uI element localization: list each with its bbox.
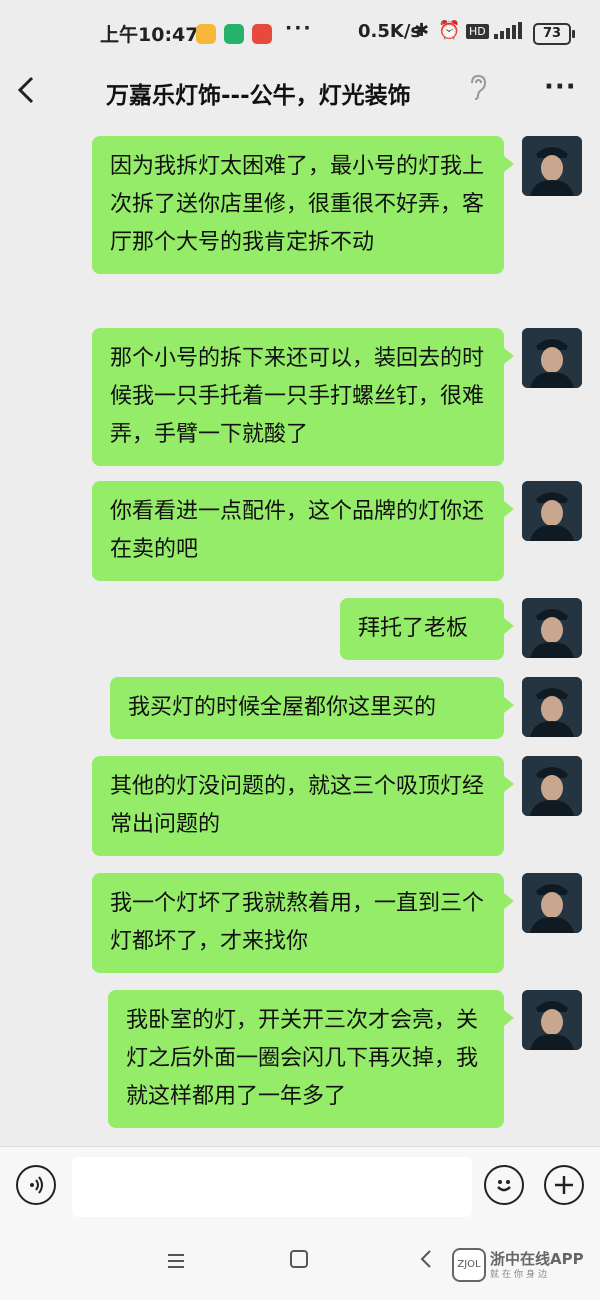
avatar[interactable] xyxy=(522,873,582,933)
message-row: 因为我拆灯太困难了，最小号的灯我上次拆了送你店里修，很重很不好弄，客厅那个大号的… xyxy=(18,136,582,310)
status-bar: 上午10:47 ··· 0.5K/s ✱ ⏰ HD 73 xyxy=(0,0,600,66)
alarm-icon: ⏰ xyxy=(438,20,461,41)
message-bubble[interactable]: 我一个灯坏了我就熬着用，一直到三个灯都坏了，才来找你 xyxy=(92,873,514,973)
chat-header: 万嘉乐灯饰---公牛，灯光装饰 ··· xyxy=(0,66,600,122)
watermark-logo: ZJOL xyxy=(452,1248,486,1282)
shopping-app-icon xyxy=(252,24,272,44)
message-row: 我一个灯坏了我就熬着用，一直到三个灯都坏了，才来找你 xyxy=(18,873,582,973)
more-notifications-icon: ··· xyxy=(285,17,313,39)
message-row: 我卧室的灯，开关开三次才会亮，关灯之后外面一圈会闪几下再灭掉，我就这样都用了一年… xyxy=(18,990,582,1128)
avatar[interactable] xyxy=(522,136,582,196)
menu-icon[interactable] xyxy=(166,1248,186,1276)
avatar[interactable] xyxy=(522,598,582,658)
message-row: 其他的灯没问题的，就这三个吸顶灯经常出问题的 xyxy=(18,756,582,856)
watermark-subtext: 就在你身边 xyxy=(490,1269,551,1280)
voice-icon[interactable] xyxy=(16,1165,56,1205)
message-bubble[interactable]: 我卧室的灯，开关开三次才会亮，关灯之后外面一圈会闪几下再灭掉，我就这样都用了一年… xyxy=(108,990,514,1128)
home-icon[interactable] xyxy=(288,1248,310,1276)
message-bubble[interactable]: 你看看进一点配件，这个品牌的灯你还在卖的吧 xyxy=(92,481,514,581)
plus-icon[interactable] xyxy=(544,1165,584,1205)
net-speed: 0.5K/s xyxy=(358,21,422,42)
battery-indicator: 73 xyxy=(533,23,575,45)
message-row: 那个小号的拆下来还可以，装回去的时候我一只手托着一只手打螺丝钉，很难弄，手臂一下… xyxy=(18,328,582,466)
avatar[interactable] xyxy=(522,328,582,388)
message-input[interactable] xyxy=(72,1157,472,1217)
avatar[interactable] xyxy=(522,756,582,816)
security-app-icon xyxy=(224,24,244,44)
hd-badge: HD xyxy=(466,24,489,39)
message-row: 拜托了老板 xyxy=(18,598,582,660)
avatar[interactable] xyxy=(522,677,582,737)
avatar[interactable] xyxy=(522,481,582,541)
bluetooth-icon: ✱ xyxy=(414,20,430,41)
emoji-icon[interactable] xyxy=(484,1165,524,1205)
watermark: ZJOL 浙中在线APP 就在你身边 xyxy=(452,1248,584,1282)
ear-icon xyxy=(468,74,488,106)
watermark-text: 浙中在线APP xyxy=(490,1249,584,1268)
message-bubble[interactable]: 那个小号的拆下来还可以，装回去的时候我一只手托着一只手打螺丝钉，很难弄，手臂一下… xyxy=(92,328,514,466)
message-row: 你看看进一点配件，这个品牌的灯你还在卖的吧 xyxy=(18,481,582,581)
message-row: 我买灯的时候全屋都你这里买的 xyxy=(18,677,582,739)
status-time: 上午10:47 xyxy=(100,24,199,46)
message-bubble[interactable]: 我买灯的时候全屋都你这里买的 xyxy=(110,677,514,739)
chevron-left-icon[interactable] xyxy=(14,72,38,117)
message-bubble[interactable]: 拜托了老板 xyxy=(340,598,514,660)
message-bubble[interactable]: 因为我拆灯太困难了，最小号的灯我上次拆了送你店里修，很重很不好弄，客厅那个大号的… xyxy=(92,136,514,274)
back-triangle-icon[interactable] xyxy=(418,1248,434,1276)
notes-app-icon xyxy=(196,24,216,44)
message-bubble[interactable]: 其他的灯没问题的，就这三个吸顶灯经常出问题的 xyxy=(92,756,514,856)
input-bar xyxy=(0,1146,600,1231)
more-icon[interactable]: ··· xyxy=(544,72,577,102)
avatar[interactable] xyxy=(522,990,582,1050)
signal-icon xyxy=(494,21,522,39)
chat-title: 万嘉乐灯饰---公牛，灯光装饰 xyxy=(106,83,411,109)
